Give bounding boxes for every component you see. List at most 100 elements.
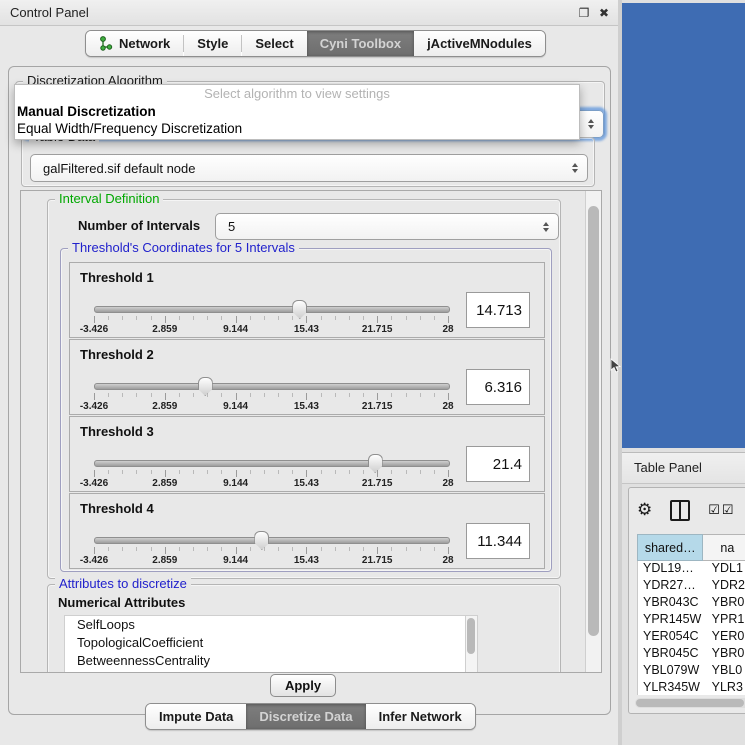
table-row[interactable]: YBL079WYBL0 bbox=[638, 663, 745, 680]
tab-label: Network bbox=[119, 36, 170, 51]
attribute-item[interactable]: TopologicalCoefficient bbox=[65, 634, 477, 652]
table-toolbar: ⚙ ☑☑ bbox=[637, 493, 745, 527]
attributes-list[interactable]: SelfLoopsTopologicalCoefficientBetweenne… bbox=[64, 615, 478, 673]
tick-label: -3.426 bbox=[80, 555, 108, 566]
popup-option-equal-width-frequency-discretization[interactable]: Equal Width/Frequency Discretization bbox=[15, 120, 579, 137]
attribute-item[interactable]: BetweennessCentrality bbox=[65, 652, 477, 670]
settings-scrollbar-thumb[interactable] bbox=[588, 206, 599, 636]
table-hscrollbar[interactable] bbox=[635, 698, 745, 708]
column-header-1[interactable]: shared… bbox=[637, 534, 703, 561]
top-tab-bar: Network StyleSelectCyni Toolbox jActiveMNo… bbox=[85, 30, 546, 57]
tab-impute-data[interactable]: Impute Data bbox=[146, 704, 246, 729]
tick-label: 21.715 bbox=[362, 478, 393, 489]
tick-label: 28 bbox=[442, 555, 453, 566]
table-panel-title: Table Panel bbox=[634, 460, 702, 475]
control-panel-titlebar: Control Panel ❐ ✖ bbox=[0, 0, 618, 26]
tab-infer-network[interactable]: Infer Network bbox=[366, 704, 475, 729]
combo-stepper-icon bbox=[583, 119, 599, 129]
slider-tick-labels: -3.4262.8599.14415.4321.71528 bbox=[94, 555, 448, 566]
close-window-icon[interactable]: ✖ bbox=[596, 5, 612, 21]
slider-tick-labels: -3.4262.8599.14415.4321.71528 bbox=[94, 401, 448, 412]
tick-label: -3.426 bbox=[80, 401, 108, 412]
tab-label: jActiveMNodules bbox=[427, 36, 532, 51]
checkbox-icon[interactable]: ☑ bbox=[722, 502, 734, 518]
bottom-tab-bar: Impute Data Discretize Data Infer Network bbox=[145, 703, 476, 730]
cell-name: YBR0 bbox=[705, 646, 745, 663]
table-row[interactable]: YDL19…YDL1 bbox=[638, 561, 745, 578]
tab-label: Infer Network bbox=[379, 709, 462, 724]
tick-label: 9.144 bbox=[223, 324, 248, 335]
tick-label: 21.715 bbox=[362, 324, 393, 335]
table-data-combobox[interactable]: galFiltered.sif default node bbox=[30, 154, 588, 182]
apply-button[interactable]: Apply bbox=[270, 674, 336, 697]
num-intervals-value: 5 bbox=[216, 219, 538, 234]
threshold-label: Threshold 4 bbox=[80, 501, 154, 516]
attribute-item[interactable]: SelfLoops bbox=[65, 616, 477, 634]
threshold-value-input-2[interactable] bbox=[466, 369, 530, 405]
checkbox-icons[interactable]: ☑☑ bbox=[708, 502, 733, 518]
tick-label: 15.43 bbox=[294, 555, 319, 566]
column-header-2[interactable]: na bbox=[703, 534, 745, 561]
node-table: shared…na YDL19…YDL1YDR27…YDR2YBR043CYBR… bbox=[637, 534, 745, 695]
cell-shared-name: YBR043C bbox=[638, 595, 705, 612]
threshold-label: Threshold 1 bbox=[80, 270, 154, 285]
threshold-value-input-4[interactable] bbox=[466, 523, 530, 559]
table-row[interactable]: YER054CYER0 bbox=[638, 629, 745, 646]
tick-label: 21.715 bbox=[362, 555, 393, 566]
tick-label: 9.144 bbox=[223, 555, 248, 566]
threshold-slider-1[interactable] bbox=[94, 306, 450, 313]
list-scrollbar-thumb[interactable] bbox=[467, 618, 475, 654]
interval-definition-group: Interval Definition Number of Intervals … bbox=[47, 199, 561, 579]
tab-discretize-data[interactable]: Discretize Data bbox=[246, 704, 365, 729]
thresholds-group: Threshold's Coordinates for 5 Intervals … bbox=[60, 248, 552, 572]
float-window-icon[interactable]: ❐ bbox=[576, 5, 592, 21]
table-row[interactable]: YLR345WYLR3 bbox=[638, 680, 745, 695]
threshold-slider-4[interactable] bbox=[94, 537, 450, 544]
tab-select[interactable]: Select bbox=[242, 31, 306, 56]
settings-scrollbar[interactable] bbox=[585, 191, 601, 672]
cell-name: YBR0 bbox=[705, 595, 745, 612]
tick-label: 9.144 bbox=[223, 401, 248, 412]
threshold-label: Threshold 3 bbox=[80, 424, 154, 439]
tick-label: 21.715 bbox=[362, 401, 393, 412]
threshold-slider-2[interactable] bbox=[94, 383, 450, 390]
tab-cyni-toolbox[interactable]: Cyni Toolbox bbox=[307, 31, 414, 56]
network-icon bbox=[99, 36, 113, 51]
cell-name: YER0 bbox=[705, 629, 745, 646]
tab-style[interactable]: Style bbox=[184, 31, 241, 56]
popup-option-manual-discretization[interactable]: Manual Discretization bbox=[15, 103, 579, 120]
threshold-value-input-1[interactable] bbox=[466, 292, 530, 328]
table-hscrollbar-thumb[interactable] bbox=[636, 699, 744, 707]
slider-ticks bbox=[94, 547, 448, 554]
tab-jactivemnodules[interactable]: jActiveMNodules bbox=[414, 31, 545, 56]
panel-title: Control Panel bbox=[10, 5, 89, 20]
table-row[interactable]: YDR27…YDR2 bbox=[638, 578, 745, 595]
threshold-slider-3[interactable] bbox=[94, 460, 450, 467]
tick-label: 2.859 bbox=[152, 324, 177, 335]
checkbox-icon[interactable]: ☑ bbox=[708, 502, 720, 518]
table-row[interactable]: YBR043CYBR0 bbox=[638, 595, 745, 612]
table-row[interactable]: YBR045CYBR0 bbox=[638, 646, 745, 663]
tick-label: 28 bbox=[442, 401, 453, 412]
mouse-cursor bbox=[610, 358, 622, 374]
list-scrollbar[interactable] bbox=[465, 616, 477, 673]
tick-label: -3.426 bbox=[80, 324, 108, 335]
attributes-group: Attributes to discretize Numerical Attri… bbox=[47, 584, 561, 673]
tick-label: 28 bbox=[442, 478, 453, 489]
cell-shared-name: YER054C bbox=[638, 629, 705, 646]
tick-label: 2.859 bbox=[152, 478, 177, 489]
slider-ticks bbox=[94, 470, 448, 477]
tab-network[interactable]: Network bbox=[86, 31, 183, 56]
numerical-attributes-label: Numerical Attributes bbox=[58, 595, 185, 610]
table-row[interactable]: YPR145WYPR1 bbox=[638, 612, 745, 629]
threshold-value-input-3[interactable] bbox=[466, 446, 530, 482]
gear-icon[interactable]: ⚙ bbox=[637, 500, 652, 520]
tab-label: Impute Data bbox=[159, 709, 233, 724]
cell-shared-name: YDR27… bbox=[638, 578, 705, 595]
num-intervals-combobox[interactable]: 5 bbox=[215, 213, 559, 240]
columns-icon[interactable] bbox=[670, 500, 690, 521]
algorithm-dropdown-popup: Select algorithm to view settings Manual… bbox=[14, 84, 580, 140]
cell-shared-name: YPR145W bbox=[638, 612, 705, 629]
tick-label: 15.43 bbox=[294, 401, 319, 412]
threshold-panel-3: Threshold 3-3.4262.8599.14415.4321.71528 bbox=[69, 416, 545, 492]
